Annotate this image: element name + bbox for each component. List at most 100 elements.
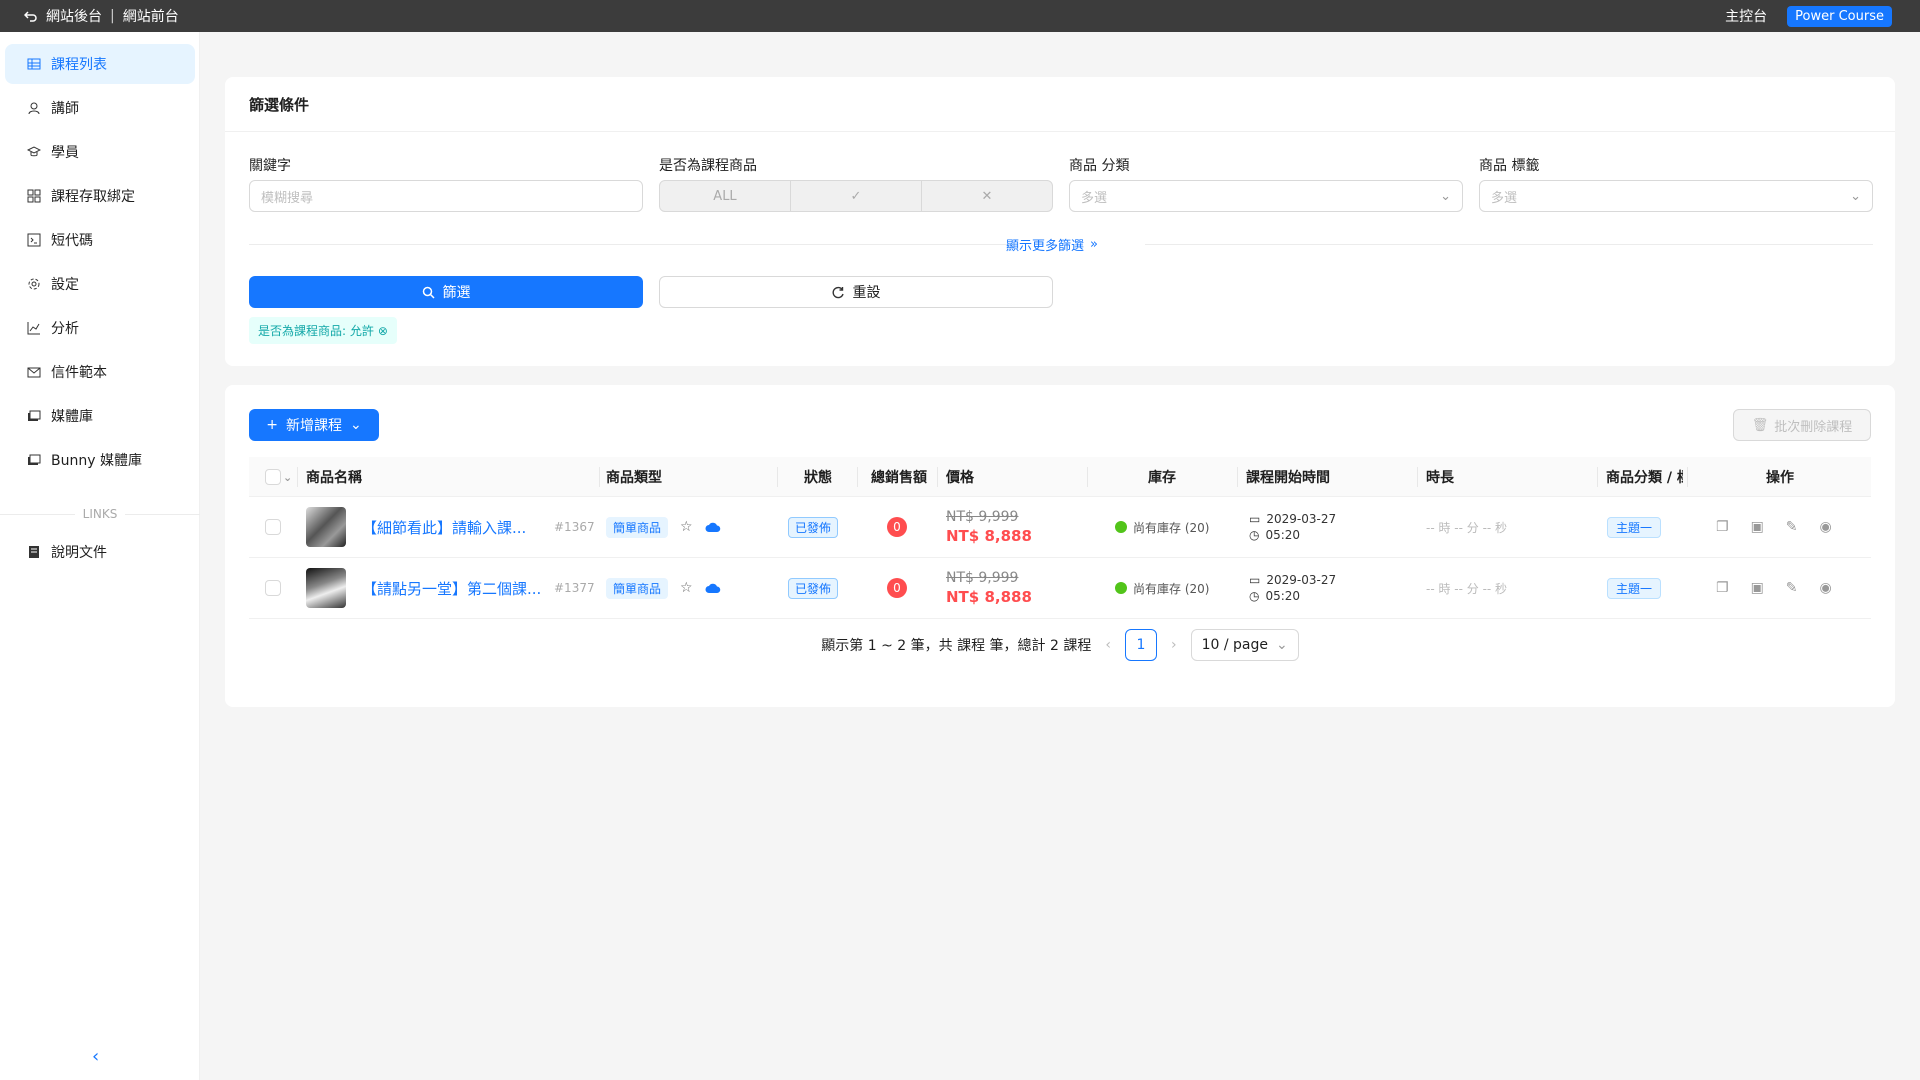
user-icon [27, 101, 41, 115]
sidebar-item-docs[interactable]: 說明文件 [5, 532, 195, 572]
header-type[interactable]: 商品類型 [606, 457, 662, 497]
filter-button[interactable]: 篩選 [249, 276, 643, 308]
calendar-icon: ▭ [1249, 512, 1261, 526]
sidebar-item-settings[interactable]: 設定 [5, 264, 195, 304]
add-course-button[interactable]: + 新增課程 ⌄ [249, 409, 379, 441]
duration-cell: -- 時 -- 分 -- 秒 [1426, 581, 1508, 596]
segment-no[interactable]: ✕ [922, 181, 1052, 211]
header-start-time[interactable]: 課程開始時間 [1246, 457, 1330, 497]
close-circle-icon[interactable]: ⊗ [378, 324, 388, 338]
segment-all[interactable]: ALL [660, 181, 791, 211]
table-row[interactable]: 【請點另一堂】第二個課... #1377 簡單商品 ☆ 已發佈 0 NT$ 9,… [249, 558, 1871, 619]
sales-badge: 0 [887, 497, 907, 557]
sidebar-item-analytics[interactable]: 分析 [5, 308, 195, 348]
reset-button[interactable]: 重設 [659, 276, 1053, 308]
active-filter-tag[interactable]: 是否為課程商品: 允許 ⊗ [249, 317, 397, 344]
image-icon[interactable]: ▣ [1751, 580, 1764, 596]
type-tag: 簡單商品 [606, 516, 669, 538]
check-circle-icon [1115, 521, 1127, 533]
sidebar-item-label: 講師 [51, 101, 79, 117]
start-time-cell: ▭ 2029-03-27 ◷ 05:20 [1249, 573, 1337, 603]
separator: | [110, 8, 115, 24]
dashboard-link[interactable]: 主控台 [1725, 6, 1767, 26]
keyword-placeholder: 模糊搜尋 [261, 190, 314, 206]
collapse-sidebar-icon[interactable]: ‹ [92, 1046, 99, 1067]
sidebar-item-media-library[interactable]: 媒體庫 [5, 396, 195, 436]
cloud-icon [705, 522, 721, 533]
frontend-link[interactable]: 網站前台 [123, 6, 179, 26]
sale-price: NT$ 8,888 [946, 527, 1032, 546]
keyword-input[interactable]: 模糊搜尋 [249, 180, 643, 212]
category-select[interactable]: 多選 ⌄ [1069, 180, 1463, 212]
segment-yes[interactable]: ✓ [791, 181, 922, 211]
header-duration[interactable]: 時長 [1426, 457, 1454, 497]
image-icon[interactable]: ▣ [1751, 519, 1764, 535]
sidebar-item-shortcode[interactable]: 短代碼 [5, 220, 195, 260]
edit-icon[interactable]: ✎ [1786, 519, 1798, 535]
header-stock[interactable]: 庫存 [1148, 457, 1176, 497]
sidebar: 課程列表 講師 學員 課程存取綁定 短代碼 設定 分析 信件範本 媒體庫 Bun… [0, 32, 200, 1080]
media-icon [27, 453, 41, 467]
clock-icon: ◷ [1249, 528, 1260, 542]
power-course-button[interactable]: Power Course [1787, 5, 1892, 27]
table-icon [27, 57, 41, 71]
header-category[interactable]: 商品分類 / 標 [1606, 457, 1683, 497]
status-badge: 已發佈 [788, 558, 839, 618]
star-icon[interactable]: ☆ [680, 580, 693, 596]
eye-icon[interactable]: ◉ [1820, 519, 1832, 535]
reset-button-label: 重設 [852, 285, 881, 301]
sidebar-item-courses[interactable]: 課程列表 [5, 44, 195, 84]
header-price[interactable]: 價格 [946, 457, 974, 497]
page-1-button[interactable]: 1 [1124, 629, 1157, 661]
search-icon [422, 286, 435, 299]
tag-select[interactable]: 多選 ⌄ [1479, 180, 1873, 212]
apps-icon [27, 189, 41, 203]
header-actions: 操作 [1766, 470, 1794, 486]
copy-icon[interactable]: ❐ [1716, 519, 1729, 535]
sale-price: NT$ 8,888 [946, 588, 1032, 607]
backend-link[interactable]: 網站後台 [46, 6, 102, 26]
stock-cell: 尚有庫存 (20) [1115, 497, 1209, 557]
back-icon[interactable] [24, 9, 38, 23]
table-row[interactable]: 【細節看此】請輸入課... #1367 簡單商品 ☆ 已發佈 0 NT$ 9,9… [249, 497, 1871, 558]
star-icon[interactable]: ☆ [680, 519, 693, 535]
is-course-segmented[interactable]: ALL ✓ ✕ [659, 180, 1053, 212]
chart-icon [27, 321, 41, 335]
select-all-checkbox[interactable]: ⌄ [265, 457, 292, 497]
batch-delete-button[interactable]: 🗑 批次刪除課程 [1733, 409, 1871, 441]
next-page-icon[interactable]: › [1171, 637, 1177, 653]
sidebar-item-label: 課程存取綁定 [51, 189, 135, 205]
sidebar-item-bunny-media[interactable]: Bunny 媒體庫 [5, 440, 195, 480]
header-status[interactable]: 狀態 [804, 457, 832, 497]
page-size-select[interactable]: 10 / page ⌄ [1190, 629, 1299, 661]
divider-left [249, 244, 1014, 245]
copy-icon[interactable]: ❐ [1716, 580, 1729, 596]
prev-page-icon[interactable]: ‹ [1105, 637, 1111, 653]
tag-label: 商品 標籤 [1479, 158, 1540, 174]
filter-card: 篩選條件 關鍵字 模糊搜尋 是否為課程商品 ALL ✓ ✕ 商品 分類 多選 ⌄… [225, 77, 1895, 366]
header-sales[interactable]: 總銷售額 [871, 457, 927, 497]
active-filter-label: 是否為課程商品: 允許 [258, 324, 374, 338]
tag-placeholder: 多選 [1491, 190, 1518, 206]
course-type: 簡單商品 ☆ [606, 497, 721, 557]
edit-icon[interactable]: ✎ [1786, 580, 1798, 596]
sidebar-item-teachers[interactable]: 講師 [5, 88, 195, 128]
header-name[interactable]: 商品名稱 [306, 457, 362, 497]
chevron-down-icon: ⌄ [1850, 188, 1861, 204]
eye-icon[interactable]: ◉ [1820, 580, 1832, 596]
course-name-link[interactable]: 【請點另一堂】第二個課... [362, 558, 552, 618]
course-id: #1377 [554, 581, 595, 595]
book-icon [27, 545, 41, 559]
sidebar-item-students[interactable]: 學員 [5, 132, 195, 172]
row-checkbox[interactable] [265, 558, 281, 618]
chevron-down-icon: ⌄ [1275, 637, 1288, 653]
row-checkbox[interactable] [265, 497, 281, 557]
batch-delete-label: 批次刪除課程 [1774, 419, 1853, 435]
status-badge: 已發佈 [788, 497, 839, 557]
course-name-link[interactable]: 【細節看此】請輸入課... [362, 497, 552, 557]
sidebar-item-mail-templates[interactable]: 信件範本 [5, 352, 195, 392]
sidebar-item-access-binding[interactable]: 課程存取綁定 [5, 176, 195, 216]
clock-icon: ◷ [1249, 589, 1260, 603]
sidebar-item-label: 學員 [51, 145, 79, 161]
show-more-filters[interactable]: 顯示更多篩選 » [1006, 235, 1098, 254]
